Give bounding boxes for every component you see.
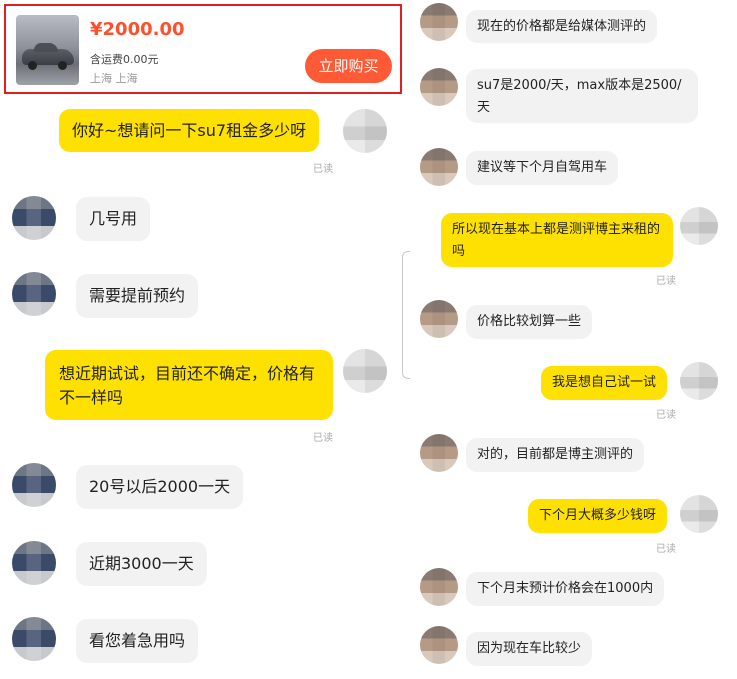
message-bubble-incoming[interactable]: 建议等下个月自驾用车: [466, 151, 619, 185]
read-receipt: 已读: [656, 276, 676, 287]
my-avatar[interactable]: [343, 109, 387, 153]
product-card[interactable]: ¥2000.00 含运费0.00元 上海 上海 立即购买: [4, 4, 402, 94]
seller-avatar[interactable]: [420, 68, 458, 106]
message-bubble-incoming[interactable]: 下个月末预计价格会在1000内: [466, 572, 665, 606]
message-bubble-incoming[interactable]: su7是2000/天，max版本是2500/天: [466, 69, 698, 123]
message-bubble-incoming[interactable]: 对的，目前都是博主测评的: [466, 438, 645, 472]
seller-avatar[interactable]: [12, 272, 56, 316]
message-bubble-outgoing[interactable]: 你好~想请问一下su7租金多少呀: [59, 109, 320, 152]
read-receipt: 已读: [313, 433, 333, 444]
product-price: ¥2000.00: [90, 19, 185, 40]
wheel-shape: [58, 61, 67, 70]
read-receipt: 已读: [656, 410, 676, 421]
seller-avatar[interactable]: [420, 148, 458, 186]
seller-avatar[interactable]: [12, 463, 56, 507]
product-image[interactable]: [16, 15, 79, 85]
read-receipt: 已读: [656, 544, 676, 555]
seller-avatar[interactable]: [12, 196, 56, 240]
seller-avatar[interactable]: [420, 434, 458, 472]
message-bubble-incoming[interactable]: 看您着急用吗: [76, 619, 199, 663]
message-bubble-incoming[interactable]: 因为现在车比较少: [466, 632, 593, 666]
message-bubble-incoming[interactable]: 需要提前预约: [76, 274, 199, 318]
message-bubble-outgoing[interactable]: 我是想自己试一试: [541, 366, 668, 400]
seller-avatar[interactable]: [420, 300, 458, 338]
message-bubble-outgoing[interactable]: 所以现在基本上都是测评博主来租的吗: [441, 213, 673, 267]
seller-avatar[interactable]: [420, 626, 458, 664]
message-bubble-incoming[interactable]: 几号用: [76, 197, 151, 241]
my-avatar[interactable]: [680, 207, 718, 245]
column-divider: [402, 251, 410, 379]
shipping-fee: 含运费0.00元: [90, 53, 159, 66]
seller-avatar[interactable]: [12, 541, 56, 585]
my-avatar[interactable]: [680, 495, 718, 533]
read-receipt: 已读: [313, 164, 333, 175]
message-bubble-incoming[interactable]: 现在的价格都是给媒体测评的: [466, 10, 658, 43]
my-avatar[interactable]: [343, 349, 387, 393]
message-bubble-outgoing[interactable]: 想近期试试，目前还不确定，价格有不一样吗: [45, 350, 333, 420]
message-bubble-incoming[interactable]: 近期3000一天: [76, 542, 207, 586]
seller-avatar[interactable]: [420, 3, 458, 41]
seller-avatar[interactable]: [420, 568, 458, 606]
seller-avatar[interactable]: [12, 617, 56, 661]
buy-now-button[interactable]: 立即购买: [305, 49, 392, 83]
my-avatar[interactable]: [680, 362, 718, 400]
message-bubble-incoming[interactable]: 20号以后2000一天: [76, 465, 244, 509]
product-location: 上海 上海: [90, 72, 138, 85]
message-bubble-outgoing[interactable]: 下个月大概多少钱呀: [528, 499, 668, 533]
wheel-shape: [28, 61, 37, 70]
message-bubble-incoming[interactable]: 价格比较划算一些: [466, 305, 593, 339]
